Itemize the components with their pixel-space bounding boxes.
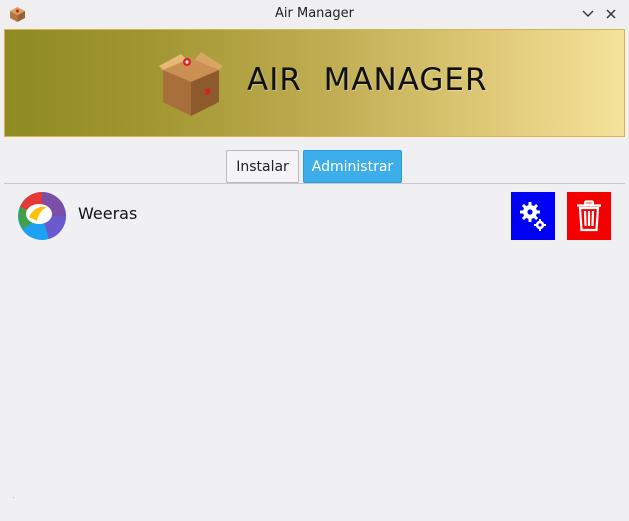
tab-instalar[interactable]: Instalar: [226, 150, 299, 183]
banner-title: AIR MANAGER: [247, 62, 488, 98]
gears-icon: [520, 202, 546, 231]
window-titlebar: Air Manager: [0, 0, 629, 28]
app-name: Weeras: [78, 204, 138, 223]
chevron-down-icon: [582, 10, 594, 17]
tab-administrar[interactable]: Administrar: [303, 150, 402, 183]
tab-bar: Instalar Administrar: [0, 150, 629, 183]
delete-button[interactable]: [567, 192, 611, 240]
weeras-logo-icon: [18, 192, 67, 240]
header-banner: AIR MANAGER: [4, 29, 625, 137]
settings-button[interactable]: [511, 192, 555, 240]
list-item: Weeras: [4, 184, 625, 248]
minimize-button[interactable]: [578, 4, 598, 24]
package-box-icon: [159, 52, 223, 116]
window-title: Air Manager: [275, 6, 354, 21]
app-list: Weeras: [4, 184, 625, 514]
resize-grip: [13, 497, 14, 498]
close-icon: [606, 9, 616, 19]
close-button[interactable]: [601, 4, 621, 24]
trash-icon: [577, 200, 601, 232]
